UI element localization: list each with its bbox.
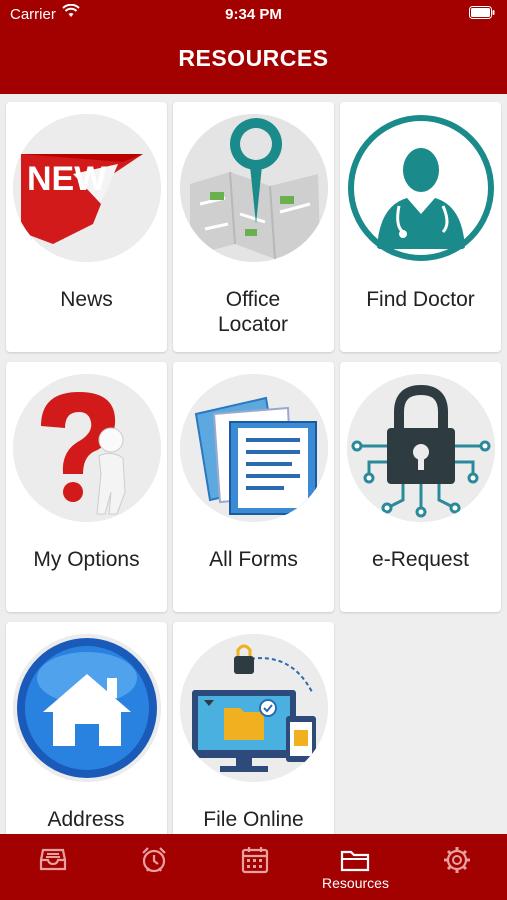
tile-label: File Online	[203, 808, 304, 831]
tile-label: My Options	[33, 548, 140, 571]
tab-inbox[interactable]	[2, 834, 103, 900]
lock-circuit-icon	[347, 374, 495, 522]
tile-file-online[interactable]: File Online	[173, 622, 334, 834]
news-icon: NEW	[13, 114, 161, 262]
tile-label: e-Request	[372, 548, 469, 571]
tab-resources[interactable]: Resources	[305, 834, 406, 900]
calendar-icon	[241, 847, 269, 874]
tile-my-options[interactable]: My Options	[6, 362, 167, 612]
tile-news[interactable]: NEW News	[6, 102, 167, 352]
inbox-icon	[39, 848, 67, 871]
resources-grid: NEW News Office Locator Find Doctor My O…	[0, 94, 507, 834]
tab-label: Resources	[322, 875, 389, 891]
folder-icon	[340, 850, 370, 872]
tab-calendar[interactable]	[204, 834, 305, 900]
header-bar: Carrier 9:34 PM RESOURCES	[0, 0, 507, 94]
status-time: 9:34 PM	[225, 6, 282, 23]
tile-office-locator[interactable]: Office Locator	[173, 102, 334, 352]
tab-bar: Resources	[0, 834, 507, 900]
gear-icon	[444, 847, 470, 873]
doctor-icon	[347, 114, 495, 262]
tile-all-forms[interactable]: All Forms	[173, 362, 334, 612]
tile-label: News	[60, 288, 113, 311]
battery-icon	[469, 6, 495, 23]
tab-alarm[interactable]	[103, 834, 204, 900]
svg-text:NEW: NEW	[27, 160, 107, 198]
computer-files-icon	[180, 634, 328, 782]
question-mark-icon	[13, 374, 161, 522]
tab-settings[interactable]	[406, 834, 507, 900]
tile-address-change[interactable]: Address Change	[6, 622, 167, 834]
tile-e-request[interactable]: e-Request	[340, 362, 501, 612]
tile-find-doctor[interactable]: Find Doctor	[340, 102, 501, 352]
tile-label: All Forms	[209, 548, 298, 571]
documents-icon	[180, 374, 328, 522]
page-title: RESOURCES	[178, 45, 329, 71]
alarm-clock-icon	[142, 847, 166, 873]
status-bar: Carrier 9:34 PM	[0, 0, 507, 28]
tile-label: Office Locator	[217, 288, 289, 336]
tile-label: Find Doctor	[366, 288, 475, 311]
home-icon	[13, 634, 161, 782]
map-pin-icon	[180, 114, 328, 262]
tile-label: Address Change	[47, 808, 125, 834]
